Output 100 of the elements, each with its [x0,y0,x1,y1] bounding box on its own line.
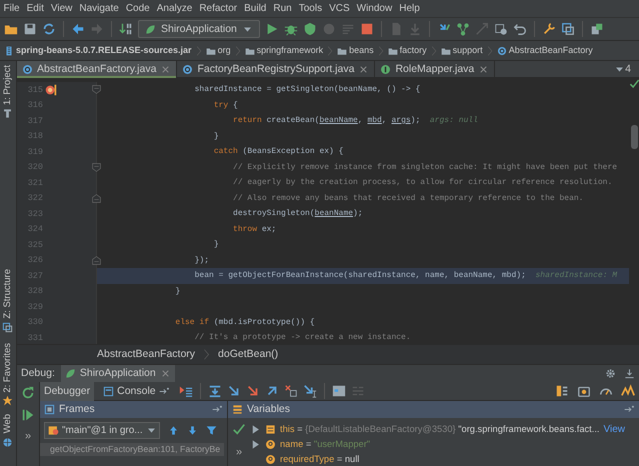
project-icon [2,108,14,120]
resume-icon[interactable] [21,408,35,422]
filter-icon[interactable] [206,425,217,436]
menu-item[interactable]: Edit [23,2,48,14]
left-arrow-icon[interactable] [71,22,85,36]
tool-window-tab[interactable]: Z: Structure [2,269,14,319]
variable-text: requiredType = null [280,454,360,466]
breadcrumb-item[interactable]: AbstractBeanFactory [97,348,196,361]
breadcrumb-item[interactable]: doGetBean() [218,348,278,361]
menu-item[interactable]: Refactor [196,2,241,14]
step-into-icon[interactable] [226,384,241,398]
session-tab[interactable]: ShiroApplication [60,365,175,382]
tool-window-tab[interactable]: 1: Project [2,65,14,106]
settings-icon[interactable] [605,368,616,379]
menu-item[interactable]: Help [396,2,424,14]
close-icon[interactable] [478,64,490,74]
camera-icon[interactable] [577,384,591,398]
run-to-cursor-icon[interactable] [302,384,317,398]
folder-icon [244,46,255,56]
close-icon[interactable] [160,368,171,379]
menu-item[interactable]: Tools [295,2,326,14]
variable-text: name = "userMapper" [280,438,370,450]
list-icon [232,404,243,415]
archive-icon [4,46,14,56]
close-icon[interactable] [358,64,370,74]
down-arrow-icon[interactable] [187,425,198,436]
drop-frame-icon[interactable] [284,384,298,398]
pin-icon [158,386,170,396]
step-over-icon[interactable] [208,384,222,398]
menu-item[interactable]: Build [240,2,270,14]
close-icon[interactable] [160,64,172,74]
tool-window-tab[interactable]: Web [2,414,14,434]
sync-icon[interactable] [42,22,56,36]
fold-icon[interactable] [92,256,101,265]
leaf-icon [64,368,76,379]
code-line: } [174,286,182,298]
execution-point-icon[interactable] [178,384,193,398]
stop-icon[interactable] [360,22,374,36]
breakpoint-icon[interactable] [44,82,58,97]
code-line: destroySingleton(beanName); [232,208,364,220]
more-button[interactable]: » [24,430,32,444]
panel-title: Variables [247,403,290,416]
expand-arrow-icon[interactable] [250,439,261,450]
layers-icon [2,322,14,333]
layers-icon[interactable] [560,22,575,36]
window-icon[interactable] [590,22,604,36]
undo-icon[interactable] [512,22,527,36]
view-link[interactable]: View [604,424,625,436]
fold-icon[interactable] [92,85,101,94]
breadcrumb-item[interactable]: factory [400,45,427,56]
history-icon[interactable] [494,22,508,36]
menu-item[interactable]: Code [122,2,154,14]
menu-item[interactable]: View [47,2,76,14]
more-button[interactable]: » [236,446,242,460]
breadcrumb-item[interactable]: beans [349,45,374,56]
branch-icon[interactable] [456,22,470,36]
code-line: else if (mbd.isPrototype()) { [174,316,316,328]
menu-item[interactable]: File [0,2,24,14]
scrollbar-thumb[interactable] [630,125,638,149]
pin-icon[interactable] [624,404,635,415]
breadcrumb-item[interactable]: org [218,45,231,56]
file-tab[interactable]: AbstractBeanFactory.java [17,61,178,78]
force-step-into-icon[interactable] [246,384,260,398]
fold-icon[interactable] [92,194,101,203]
tab-count[interactable]: 4 [625,62,631,76]
menu-item[interactable]: Window [353,2,396,14]
layout-icon[interactable] [555,384,569,398]
code-line: catch (BeansException ex) { [212,146,344,158]
code-line: try { [212,100,239,112]
save-icon[interactable] [23,22,37,36]
fold-icon[interactable] [92,162,101,172]
run-config-dropdown[interactable]: ShiroApplication [138,20,260,38]
pulse-icon[interactable] [621,384,635,398]
menu-item[interactable]: Navigate [76,2,122,14]
folder-icon [206,46,216,56]
play-icon[interactable] [264,22,279,36]
expand-arrow-icon[interactable] [250,424,261,435]
wrench-icon[interactable] [542,22,556,36]
shield-icon[interactable] [302,22,317,36]
breadcrumb-item[interactable]: spring-beans-5.0.7.RELEASE-sources.jar [16,45,192,56]
menu-item[interactable]: Analyze [153,2,196,14]
minimize-icon[interactable] [624,368,635,379]
up-arrow-icon[interactable] [168,425,179,436]
breadcrumb-item[interactable]: AbstractBeanFactory [508,45,593,56]
interface-icon [380,64,392,74]
build-icon[interactable] [119,22,133,36]
tool-window-tab[interactable]: 2: Favorites [2,342,14,392]
panel-tab[interactable]: Debugger [40,382,94,400]
code-line: // Also remove any beans that received a temporary reference to the bean. [232,192,584,204]
rerun-icon[interactable] [21,386,35,400]
add-watch-icon[interactable] [232,422,246,436]
calculator-icon[interactable] [332,384,346,398]
thread-dropdown[interactable]: "main"@1 in gro... [44,422,160,439]
breadcrumb-item[interactable]: support [452,45,483,56]
pin-icon[interactable] [212,404,223,415]
menu-item[interactable]: Run [270,2,296,14]
panel-tab[interactable]: Console [99,382,174,400]
check-icon [628,78,639,89]
breadcrumb-item[interactable]: springframework [256,45,324,56]
menu-item[interactable]: VCS [326,2,354,14]
